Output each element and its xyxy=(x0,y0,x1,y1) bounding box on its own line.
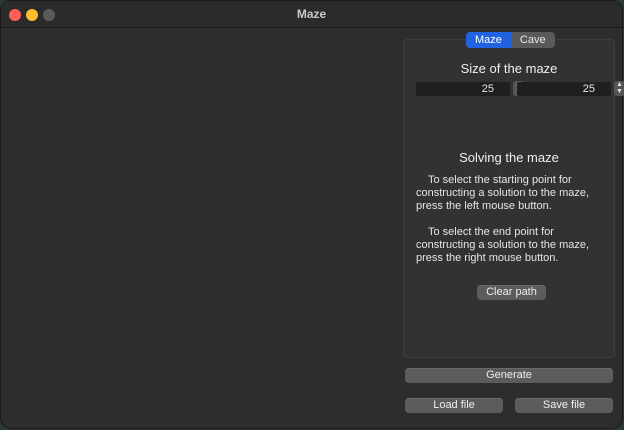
cols-value: 25 xyxy=(582,83,595,95)
rows-value: 25 xyxy=(481,83,494,95)
size-heading: Size of the maze xyxy=(460,61,558,76)
window-title: Maze xyxy=(296,7,327,21)
mode-tabs: Maze Cave xyxy=(466,32,555,48)
tab-cave[interactable]: Cave xyxy=(511,32,555,48)
generate-button[interactable]: Generate xyxy=(405,368,613,383)
save-file-button[interactable]: Save file xyxy=(515,398,613,413)
cols-stepper[interactable]: ▲ ▼ xyxy=(614,81,624,96)
solving-heading: Solving the maze xyxy=(459,150,559,165)
clear-path-button[interactable]: Clear path xyxy=(477,285,546,300)
load-file-button[interactable]: Load file xyxy=(405,398,503,413)
start-point-instructions: To select the starting point for constru… xyxy=(416,174,590,212)
maze-canvas[interactable] xyxy=(5,28,397,424)
end-point-instructions: To select the end point for constructing… xyxy=(416,226,590,264)
rows-spinbox[interactable]: 25 ▲ ▼ xyxy=(416,81,524,96)
tab-maze[interactable]: Maze xyxy=(466,32,511,48)
title-bar: Maze xyxy=(1,1,622,28)
chevron-down-icon[interactable]: ▼ xyxy=(616,88,623,95)
chevron-up-icon[interactable]: ▲ xyxy=(616,81,623,88)
cols-spinbox[interactable]: 25 ▲ ▼ xyxy=(517,81,624,96)
